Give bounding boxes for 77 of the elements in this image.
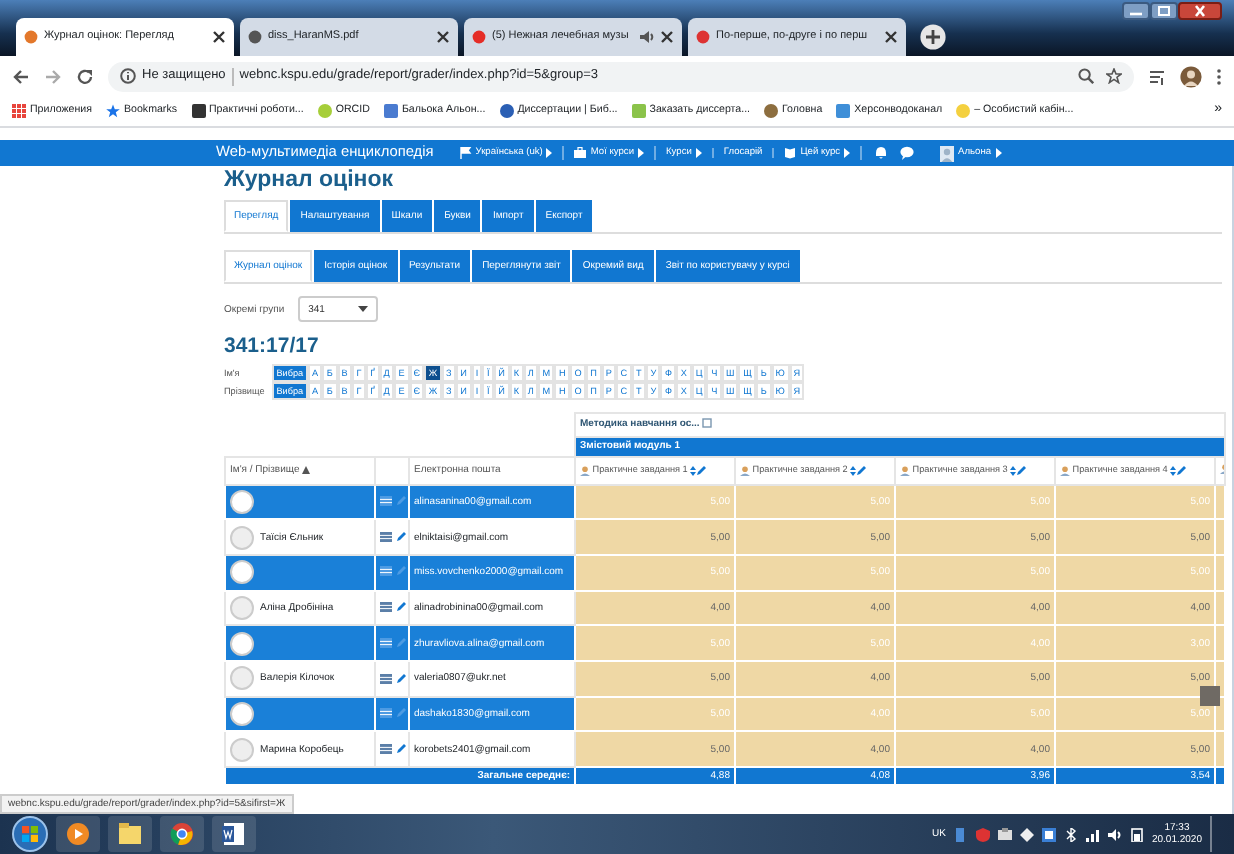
word-processor-icon[interactable] bbox=[222, 822, 246, 846]
pencil-icon[interactable] bbox=[696, 465, 707, 476]
zoom-icon[interactable] bbox=[1078, 68, 1094, 84]
sort-icon[interactable] bbox=[302, 465, 311, 474]
star-icon[interactable] bbox=[1106, 68, 1122, 84]
back-icon[interactable] bbox=[12, 67, 30, 85]
grades-table-icon[interactable] bbox=[380, 637, 392, 648]
chat-icon[interactable] bbox=[900, 146, 915, 160]
group-heading: 341:17/17 bbox=[224, 334, 321, 360]
flag-icon bbox=[459, 146, 472, 160]
close-icon[interactable] bbox=[660, 30, 674, 44]
menu-icon[interactable] bbox=[1216, 67, 1222, 85]
dropdown-arrow-icon bbox=[358, 306, 369, 312]
avatar-icon bbox=[230, 737, 254, 762]
grades-table-icon[interactable] bbox=[380, 602, 392, 613]
avatar-icon bbox=[230, 666, 254, 691]
page-title: Журнал оцінок bbox=[224, 168, 396, 194]
caret-icon bbox=[995, 148, 1002, 158]
app-tray-icon[interactable] bbox=[1041, 827, 1056, 841]
avatar-icon bbox=[230, 702, 254, 727]
sort-icon[interactable] bbox=[850, 465, 857, 476]
close-icon[interactable] bbox=[1178, 2, 1222, 20]
user-avatar-icon bbox=[940, 145, 955, 161]
avatar-icon bbox=[230, 596, 254, 620]
close-icon[interactable] bbox=[212, 30, 226, 44]
start-button-icon[interactable] bbox=[12, 816, 48, 852]
overlay-square bbox=[1200, 686, 1220, 706]
pencil-icon[interactable] bbox=[396, 673, 406, 684]
assignment-icon bbox=[580, 465, 590, 476]
assignment-icon bbox=[900, 465, 910, 476]
info-icon[interactable] bbox=[120, 68, 136, 84]
grades-table-icon[interactable] bbox=[380, 566, 392, 577]
speaker-icon[interactable] bbox=[640, 30, 654, 44]
reload-icon[interactable] bbox=[76, 67, 94, 85]
pencil-icon[interactable] bbox=[1016, 465, 1027, 476]
book-icon bbox=[784, 146, 797, 160]
grades-table-icon[interactable] bbox=[380, 708, 392, 719]
favicon-icon bbox=[696, 30, 710, 44]
assignment-icon bbox=[740, 465, 750, 476]
close-icon[interactable] bbox=[884, 30, 898, 44]
pencil-icon[interactable] bbox=[396, 602, 406, 613]
sort-icon[interactable] bbox=[1010, 465, 1017, 476]
volume-icon[interactable] bbox=[1107, 827, 1122, 841]
grades-table-icon[interactable] bbox=[380, 531, 392, 542]
favicon-icon bbox=[472, 30, 486, 44]
favicon-icon bbox=[24, 30, 38, 44]
shield-icon[interactable] bbox=[975, 827, 990, 841]
new-tab-icon[interactable] bbox=[920, 24, 946, 50]
avatar-icon bbox=[230, 489, 254, 514]
pencil-icon[interactable] bbox=[856, 465, 867, 476]
avatar-icon bbox=[230, 525, 254, 550]
media-list-icon[interactable] bbox=[1148, 67, 1166, 85]
close-icon[interactable] bbox=[436, 30, 450, 44]
bell-icon[interactable] bbox=[874, 146, 889, 160]
pencil-icon[interactable] bbox=[1176, 465, 1187, 476]
pencil-icon[interactable] bbox=[396, 743, 406, 754]
folder-icon[interactable] bbox=[118, 822, 142, 846]
signal-icon[interactable] bbox=[1085, 827, 1100, 841]
avatar-icon bbox=[230, 560, 254, 585]
minimize-icon[interactable] bbox=[1122, 2, 1150, 20]
sort-icon[interactable] bbox=[1170, 465, 1177, 476]
grades-table-icon[interactable] bbox=[380, 743, 392, 754]
favicon-icon bbox=[248, 30, 262, 44]
pencil-icon[interactable] bbox=[396, 531, 406, 542]
browser-icon[interactable] bbox=[170, 822, 194, 846]
bluetooth-icon[interactable] bbox=[1063, 827, 1078, 841]
briefcase-icon bbox=[574, 146, 587, 160]
profile-avatar-icon[interactable] bbox=[1180, 65, 1202, 87]
sort-icon[interactable] bbox=[690, 465, 697, 476]
grades-table-icon[interactable] bbox=[380, 496, 392, 507]
forward-icon[interactable] bbox=[44, 67, 62, 85]
grades-table-icon[interactable] bbox=[380, 673, 392, 684]
media-player-icon[interactable] bbox=[66, 822, 90, 846]
collapse-box-icon[interactable] bbox=[702, 418, 713, 429]
avatar-icon bbox=[230, 631, 254, 656]
maximize-icon[interactable] bbox=[1150, 2, 1178, 20]
assignment-icon bbox=[1060, 465, 1070, 476]
